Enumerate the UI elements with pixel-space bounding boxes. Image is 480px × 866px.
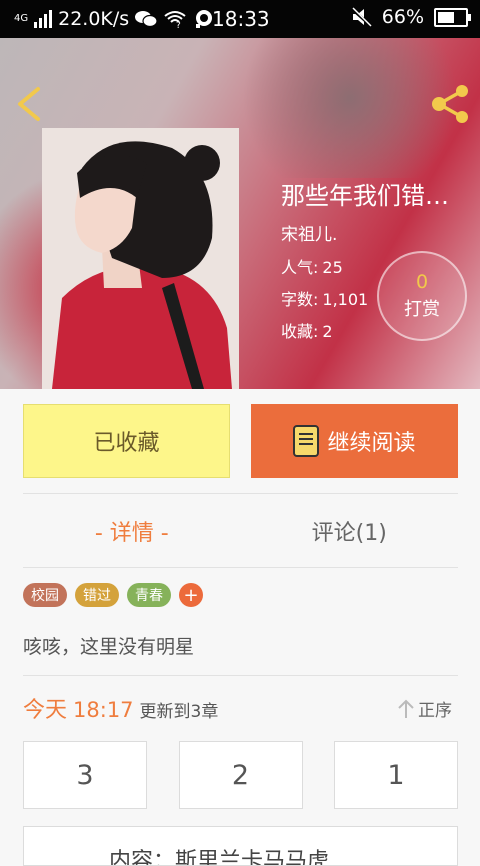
- reward-label: 打赏: [404, 299, 440, 320]
- book-description: 咳咳，这里没有明星: [23, 636, 195, 658]
- latest-chapter-text: 内容：斯里兰卡马马虎: [109, 849, 330, 866]
- book-title: 那些年我们错…: [281, 182, 449, 210]
- favorited-button[interactable]: 已收藏: [23, 404, 230, 478]
- update-info: 今天 18:17 更新到3章: [23, 692, 218, 724]
- wechat-icon: [135, 11, 158, 28]
- popularity-label: 人气:: [281, 258, 319, 277]
- popularity-stat: 人气: 25: [281, 254, 343, 278]
- reward-button[interactable]: 0 打赏: [377, 251, 467, 341]
- chapter-button[interactable]: 1: [334, 741, 458, 809]
- popularity-value: 25: [322, 258, 343, 277]
- svg-text:?: ?: [176, 21, 181, 28]
- divider: [23, 675, 458, 676]
- network-speed: 22.0K/s: [58, 8, 130, 30]
- favorited-label: 已收藏: [93, 431, 160, 456]
- book-cover-image[interactable]: [42, 128, 239, 389]
- battery-icon: [434, 7, 471, 27]
- share-icon[interactable]: [430, 84, 472, 124]
- add-tag-button[interactable]: +: [179, 583, 203, 607]
- favorites-value: 2: [322, 322, 333, 341]
- chapter-button[interactable]: 3: [23, 741, 147, 809]
- wifi-icon: ?: [164, 11, 186, 28]
- continue-reading-label: 继续阅读: [327, 431, 416, 456]
- tag-campus[interactable]: 校园: [23, 583, 67, 607]
- tab-details[interactable]: - 详情 -: [23, 495, 241, 567]
- battery-percent: 66%: [381, 6, 424, 28]
- tab-comments[interactable]: 评论(1): [241, 495, 459, 567]
- word-count-stat: 字数: 1,101: [281, 286, 368, 310]
- tag-list: 校园 错过 青春 +: [23, 583, 203, 607]
- sort-order-label: 正序: [418, 701, 452, 721]
- cover-portrait: [42, 128, 239, 389]
- word-count-value: 1,101: [322, 290, 369, 309]
- tag-missed[interactable]: 错过: [75, 583, 119, 607]
- sort-order-toggle[interactable]: 正序: [398, 696, 452, 721]
- tag-youth[interactable]: 青春: [127, 583, 171, 607]
- chapter-button[interactable]: 2: [178, 741, 303, 809]
- status-bar: 4G 22.0K/s ? 18:33 66%: [0, 0, 480, 38]
- book-header: 那些年我们错… 宋祖儿. 人气: 25 字数: 1,101 收藏: 2 0 打赏: [0, 38, 480, 389]
- tab-bar: - 详情 - 评论(1): [23, 495, 458, 567]
- continue-reading-button[interactable]: 继续阅读: [251, 404, 458, 478]
- latest-chapter-row[interactable]: 内容：斯里兰卡马马虎: [23, 826, 458, 866]
- update-text: 更新到3章: [139, 702, 219, 722]
- book-author[interactable]: 宋祖儿.: [281, 220, 337, 245]
- clock: 18:33: [212, 7, 270, 31]
- favorites-stat: 收藏: 2: [281, 318, 333, 342]
- mute-icon: [350, 7, 372, 27]
- reward-count: 0: [415, 271, 429, 293]
- back-arrow-icon[interactable]: [14, 86, 44, 122]
- battery-fill: [438, 11, 454, 23]
- divider: [23, 567, 458, 568]
- arrow-up-icon: [398, 699, 414, 718]
- favorites-label: 收藏:: [281, 322, 319, 341]
- signal-icon: [34, 10, 53, 28]
- network-type: 4G: [14, 13, 29, 24]
- book-icon: [293, 425, 320, 457]
- word-count-label: 字数:: [281, 290, 319, 309]
- update-day: 今天: [23, 698, 68, 723]
- divider: [23, 493, 458, 494]
- chapter-grid: 3 2 1: [23, 741, 458, 809]
- update-time: 18:17: [73, 698, 134, 722]
